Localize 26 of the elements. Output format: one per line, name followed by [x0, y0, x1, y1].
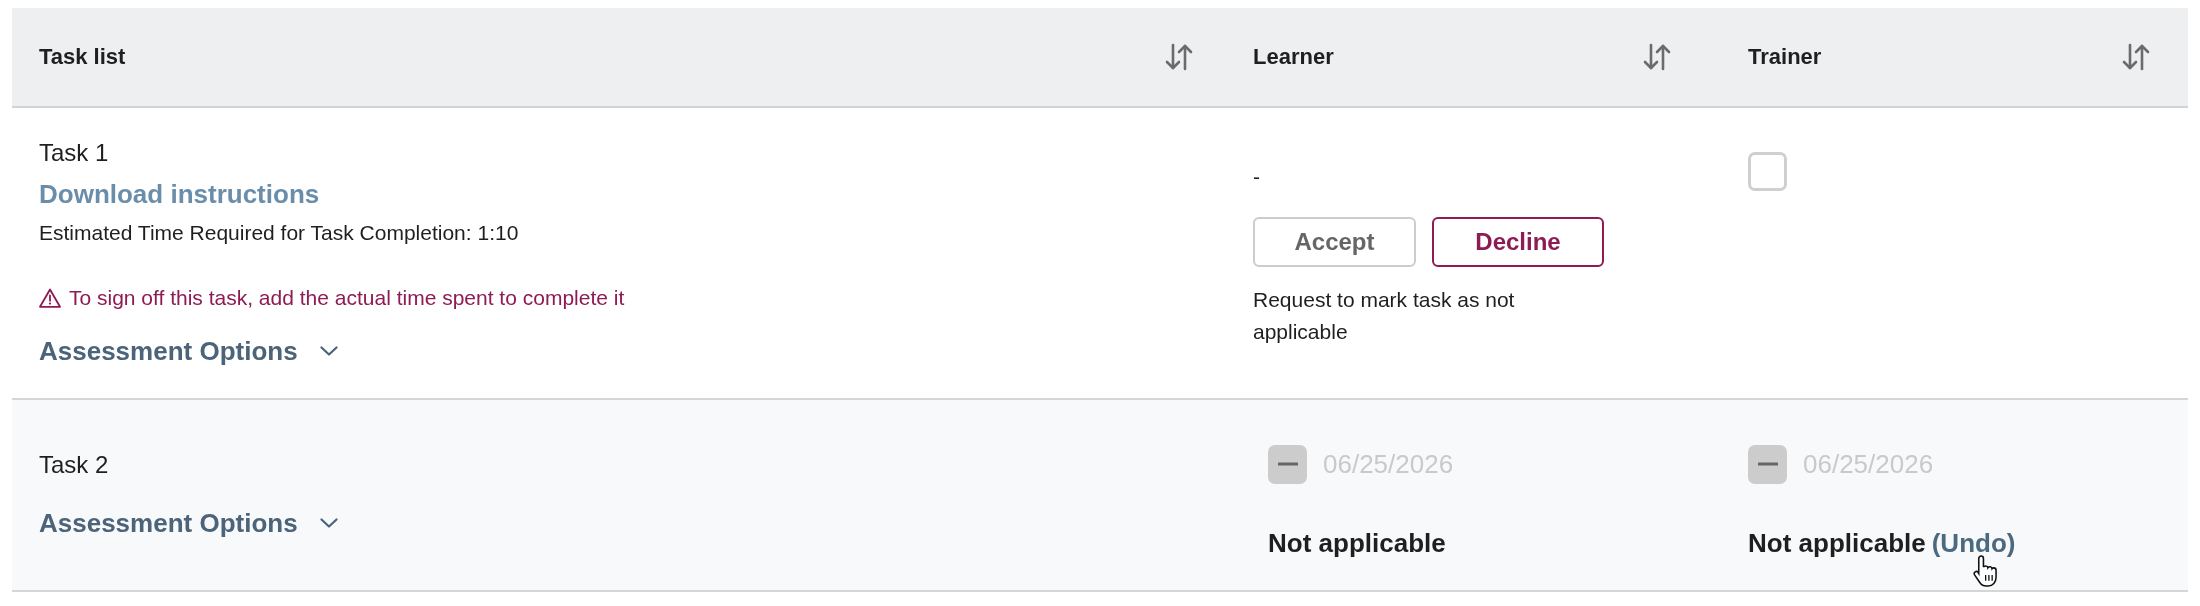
column-header: Trainer — [1748, 44, 1822, 70]
chevron-down-icon — [319, 518, 338, 528]
minus-icon — [1277, 462, 1298, 466]
checkbox[interactable] — [1748, 152, 1787, 191]
assessment-options-toggle[interactable]: Assessment Options — [39, 506, 338, 540]
column-header: Task list — [39, 44, 126, 70]
warning-text: To sign off this task, add the actual time spent to complete it — [69, 285, 625, 311]
request-note: Request to mark task as not applicable — [1253, 287, 1516, 345]
sort-icon[interactable] — [1642, 42, 1672, 72]
assessment-options-toggle[interactable]: Assessment Options — [39, 334, 338, 368]
sort-icon[interactable] — [1164, 42, 1194, 72]
minus-icon — [1757, 462, 1778, 466]
accept-button[interactable]: Accept — [1253, 217, 1416, 267]
task-title: Task 2 — [39, 450, 109, 480]
status-label: Not applicable — [1268, 527, 1446, 560]
download-link[interactable]: Download instructions — [39, 177, 320, 211]
chevron-down-icon — [319, 346, 338, 356]
status-label: Not applicable — [1748, 527, 1926, 560]
undo-link[interactable]: (Undo) — [1931, 526, 2016, 560]
column-header: Learner — [1253, 44, 1334, 70]
warning-icon — [39, 288, 61, 308]
task-title: Task 1 — [39, 138, 109, 168]
decline-button[interactable]: Decline — [1432, 217, 1604, 267]
estimate-text: Estimated Time Required for Task Completion: 1:10 — [39, 220, 519, 246]
sort-icon[interactable] — [2121, 42, 2151, 72]
empty-value: - — [1253, 164, 1261, 190]
